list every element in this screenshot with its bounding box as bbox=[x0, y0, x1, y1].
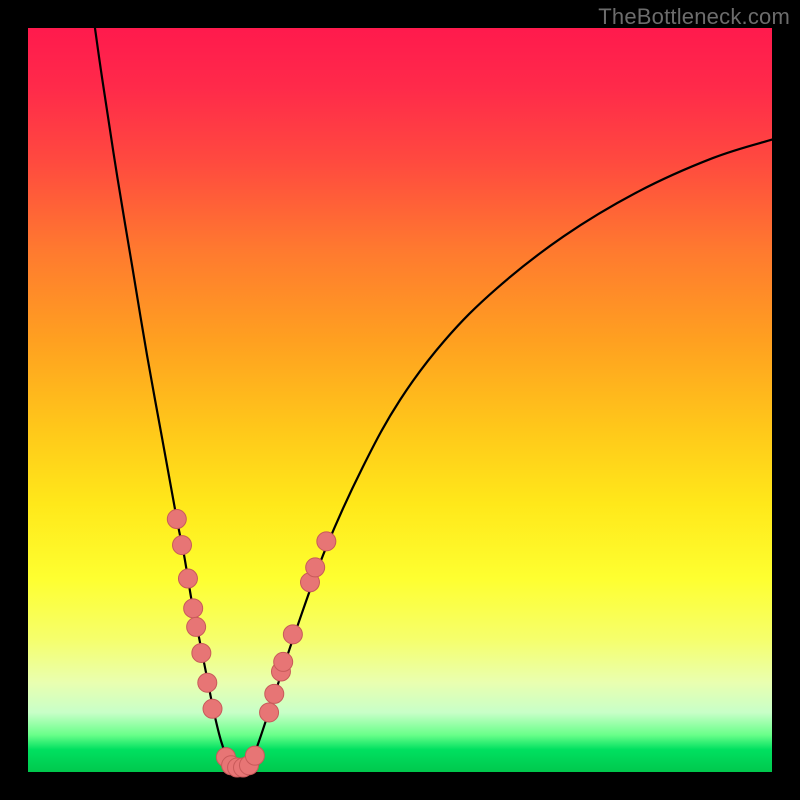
marker-point bbox=[203, 699, 222, 718]
marker-point bbox=[192, 643, 211, 662]
marker-point bbox=[184, 599, 203, 618]
chart-frame: TheBottleneck.com bbox=[0, 0, 800, 800]
marker-point bbox=[167, 510, 186, 529]
marker-point bbox=[283, 625, 302, 644]
marker-point bbox=[198, 673, 217, 692]
chart-svg bbox=[28, 28, 772, 772]
marker-point bbox=[187, 617, 206, 636]
marker-point bbox=[306, 558, 325, 577]
watermark-text: TheBottleneck.com bbox=[598, 4, 790, 30]
marker-point bbox=[274, 652, 293, 671]
marker-point bbox=[173, 536, 192, 555]
marker-group bbox=[167, 510, 336, 777]
marker-point bbox=[245, 746, 264, 765]
marker-point bbox=[178, 569, 197, 588]
marker-point bbox=[317, 532, 336, 551]
marker-point bbox=[265, 684, 284, 703]
plot-area bbox=[28, 28, 772, 772]
marker-point bbox=[260, 703, 279, 722]
